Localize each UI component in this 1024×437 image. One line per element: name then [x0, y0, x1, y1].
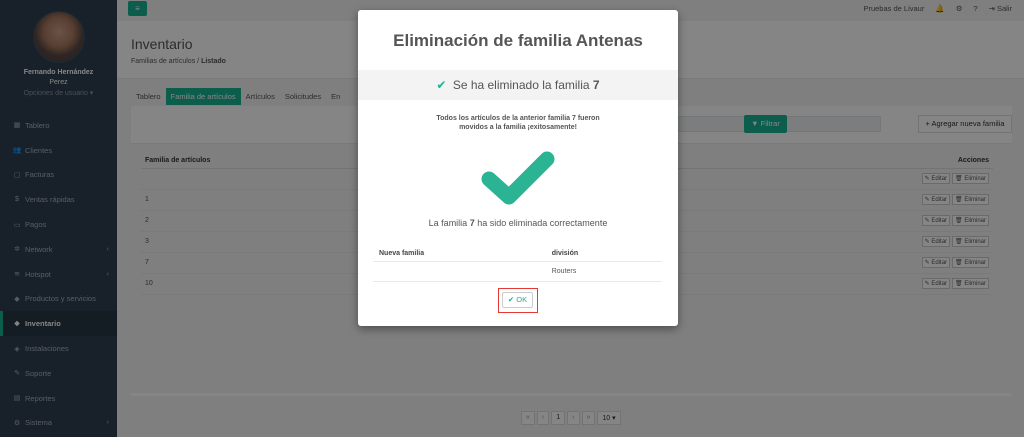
deleted-family-number: 7: [469, 218, 475, 228]
result-header-row: Nueva familia división: [373, 246, 662, 262]
check-icon: ✔: [436, 78, 447, 92]
success-banner: ✔ Se ha eliminado la familia 7: [358, 70, 678, 100]
delete-family-modal: Eliminación de familia Antenas ✔ Se ha e…: [358, 10, 678, 326]
success-text: Se ha eliminado la familia: [452, 78, 590, 92]
result-row: Routers: [373, 261, 662, 282]
ok-button[interactable]: ✔ OK: [502, 292, 533, 308]
col-new-family: Nueva familia: [373, 246, 546, 262]
deleted-prefix: La familia: [428, 218, 468, 228]
moved-line-1: Todos los artículos de la anterior famil…: [436, 115, 600, 122]
deleted-message: La familia 7 ha sido eliminada correctam…: [358, 218, 678, 228]
modal-title: Eliminación de familia Antenas: [393, 31, 643, 50]
moved-message: Todos los artículos de la anterior famil…: [418, 114, 618, 132]
col-new-division: división: [545, 246, 662, 262]
success-family-number: 7: [592, 78, 600, 92]
result-family: [373, 261, 546, 282]
moved-line-2: movidos a la familia ¡exitosamente!: [459, 124, 577, 131]
result-table: Nueva familia división Routers: [373, 246, 662, 282]
ok-highlight-box: ✔ OK: [498, 288, 538, 313]
result-division: Routers: [545, 261, 662, 282]
success-check-icon: [481, 151, 555, 205]
deleted-suffix: ha sido eliminada correctamente: [477, 218, 608, 228]
